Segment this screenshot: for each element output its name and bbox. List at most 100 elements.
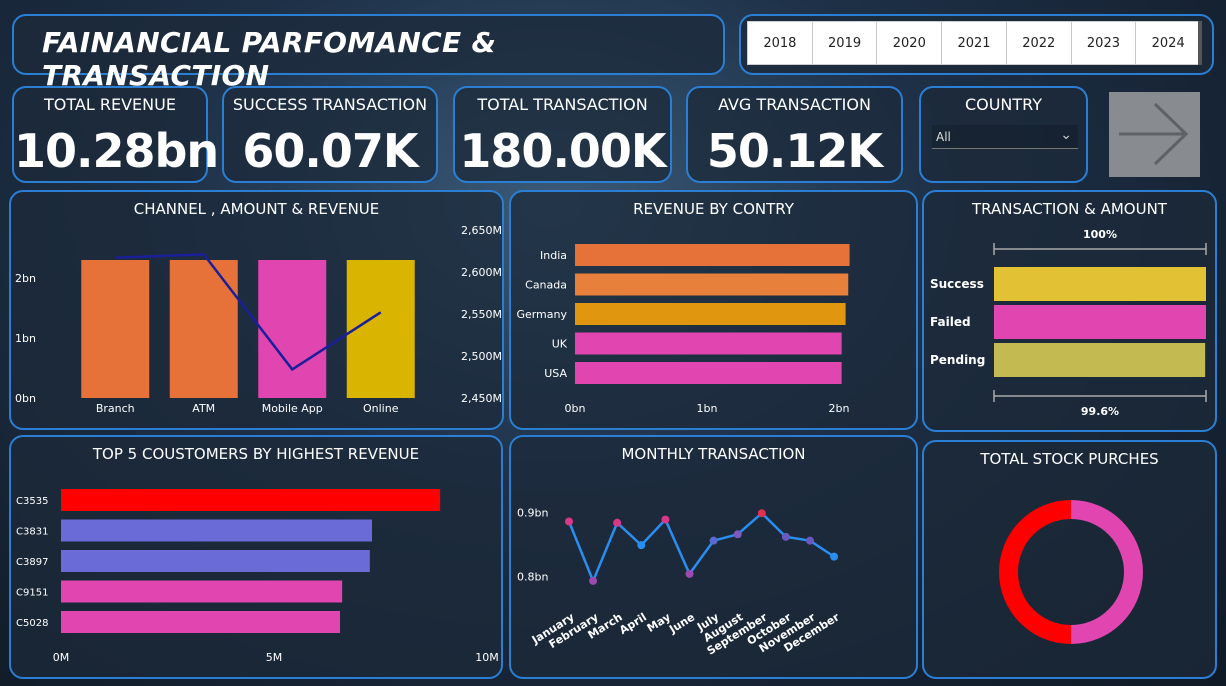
x-tick-label: 2bn: [829, 402, 850, 415]
kpi-value: 60.07K: [242, 124, 418, 178]
data-point: [757, 509, 766, 518]
bar: [61, 489, 441, 511]
year-slicer-scrollbar[interactable]: [1198, 21, 1202, 65]
monthly-chart-panel: MONTHLY TRANSACTION 0.9bn 0.8bn January Feb…: [509, 435, 918, 679]
year-button-2024[interactable]: 2024: [1136, 22, 1202, 64]
donut-slice: [1071, 500, 1143, 644]
country-chart-panel: REVENUE BY CONTRY India Canada Germany UK US…: [509, 190, 918, 430]
bottom-label: 99.6%: [1081, 405, 1119, 418]
data-point: [661, 515, 670, 524]
year-button-2022[interactable]: 2022: [1007, 22, 1072, 64]
data-point: [781, 532, 790, 541]
country-dropdown-value: All: [936, 130, 951, 144]
kpi-value: 50.12K: [706, 124, 883, 178]
x-tick-label: May: [645, 611, 673, 635]
year-slicer-panel: 2018 2019 2020 2021 2022 2023 2024: [739, 14, 1214, 75]
customers-chart-panel: TOP 5 COUSTOMERS BY HIGHEST REVENUE C353…: [9, 435, 503, 679]
y-tick-label: C5028: [16, 618, 48, 629]
y-tick-label: 0bn: [15, 392, 36, 405]
country-filter-label: COUNTRY: [964, 95, 1043, 114]
year-button-2018[interactable]: 2018: [748, 22, 813, 64]
kpi-value: 180.00K: [459, 124, 666, 178]
transaction-chart-panel: TRANSACTION & AMOUNT 100% Success Failed Pe…: [922, 190, 1217, 432]
x-tick-label: Branch: [96, 402, 135, 415]
y-tick-label: 0.8bn: [517, 570, 548, 583]
stock-chart-panel: TOTAL STOCK PURCHES: [922, 440, 1217, 679]
data-point: [565, 517, 573, 526]
kpi-label: SUCCESS TRANSACTION: [232, 95, 428, 114]
country-chart: India Canada Germany UK USA 0bn 1bn 2bn: [516, 244, 850, 415]
year-button-2023[interactable]: 2023: [1072, 22, 1137, 64]
bar: [61, 580, 343, 603]
donut-slice: [999, 500, 1071, 644]
kpi-label: TOTAL TRANSACTION: [477, 95, 648, 114]
data-point: [709, 536, 718, 545]
year-button-2020[interactable]: 2020: [877, 22, 943, 64]
x-tick-label: Mobile App: [262, 402, 323, 415]
bar: [575, 273, 849, 296]
y-tick-label: Success: [930, 277, 984, 291]
y-tick-label: Pending: [930, 353, 985, 367]
y-tick-label: India: [540, 249, 567, 262]
y-tick-label: Canada: [525, 279, 567, 292]
y2-tick-label: 2,550M: [461, 308, 502, 321]
stock-chart: [999, 500, 1143, 644]
country-dropdown[interactable]: All ⌄: [932, 125, 1078, 149]
bar: [61, 550, 370, 572]
x-tick-label: 0M: [53, 651, 70, 664]
next-page-button[interactable]: [1109, 92, 1200, 177]
x-tick-label: 0bn: [565, 402, 586, 415]
kpi-total-transaction: TOTAL TRANSACTION 180.00K: [453, 86, 672, 183]
y2-tick-label: 2,650M: [461, 224, 502, 237]
kpi-total-revenue: TOTAL REVENUE 10.28bn: [12, 86, 219, 183]
x-tick-label: 10M: [475, 651, 499, 664]
x-tick-label: Online: [363, 402, 399, 415]
country-filter-panel: COUNTRY All ⌄: [919, 86, 1088, 183]
title-panel: FAINANCIAL PARFOMANCE & TRANSACTION: [12, 14, 725, 92]
bar: [258, 260, 327, 398]
y-tick-label: C3831: [16, 527, 48, 538]
channel-chart: 0bn 1bn 2bn 2,450M 2,500M 2,550M 2,600M 2,650M B…: [15, 224, 502, 415]
chevron-down-icon: ⌄: [1060, 127, 1072, 143]
data-point: [637, 541, 646, 550]
bar: [994, 267, 1206, 301]
data-point: [830, 552, 839, 561]
arrow-right-icon: [1119, 102, 1189, 166]
data-point: [685, 569, 694, 578]
x-tick-label: 5M: [266, 651, 283, 664]
x-tick-label: June: [666, 611, 697, 637]
data-point: [806, 536, 814, 545]
x-tick-label: 1bn: [697, 402, 718, 415]
customers-chart: C3535 C3831 C3897 C9151 C5028 0M 5M 10M: [16, 489, 499, 664]
year-button-2019[interactable]: 2019: [813, 22, 878, 64]
bar: [61, 519, 372, 542]
bar: [994, 343, 1206, 377]
bar: [575, 244, 850, 266]
y-tick-label: 2bn: [15, 272, 36, 285]
kpi-label: AVG TRANSACTION: [718, 95, 871, 114]
transaction-chart: 100% Success Failed Pending 99.6%: [930, 228, 1207, 418]
y-tick-label: 0.9bn: [517, 507, 548, 520]
year-button-2021[interactable]: 2021: [942, 22, 1007, 64]
y-tick-label: USA: [544, 367, 567, 380]
x-tick-label: ATM: [192, 402, 215, 415]
y-tick-label: C3897: [16, 557, 48, 568]
data-point: [733, 530, 742, 539]
bar: [81, 260, 150, 398]
kpi-value: 10.28bn: [14, 124, 219, 178]
bar: [575, 362, 842, 384]
y-tick-label: 1bn: [15, 332, 36, 345]
bar: [575, 303, 846, 325]
series-line: [115, 253, 382, 372]
bar: [61, 611, 341, 633]
top-label: 100%: [1083, 228, 1117, 241]
y-tick-label: Failed: [930, 315, 971, 329]
kpi-label: TOTAL REVENUE: [44, 95, 176, 114]
y-tick-label: Germany: [516, 308, 567, 321]
y-tick-label: C3535: [16, 496, 48, 507]
bar: [575, 332, 842, 355]
data-point: [589, 576, 598, 585]
y-tick-label: UK: [552, 338, 568, 351]
y2-tick-label: 2,600M: [461, 266, 502, 279]
series-line: [567, 511, 835, 585]
